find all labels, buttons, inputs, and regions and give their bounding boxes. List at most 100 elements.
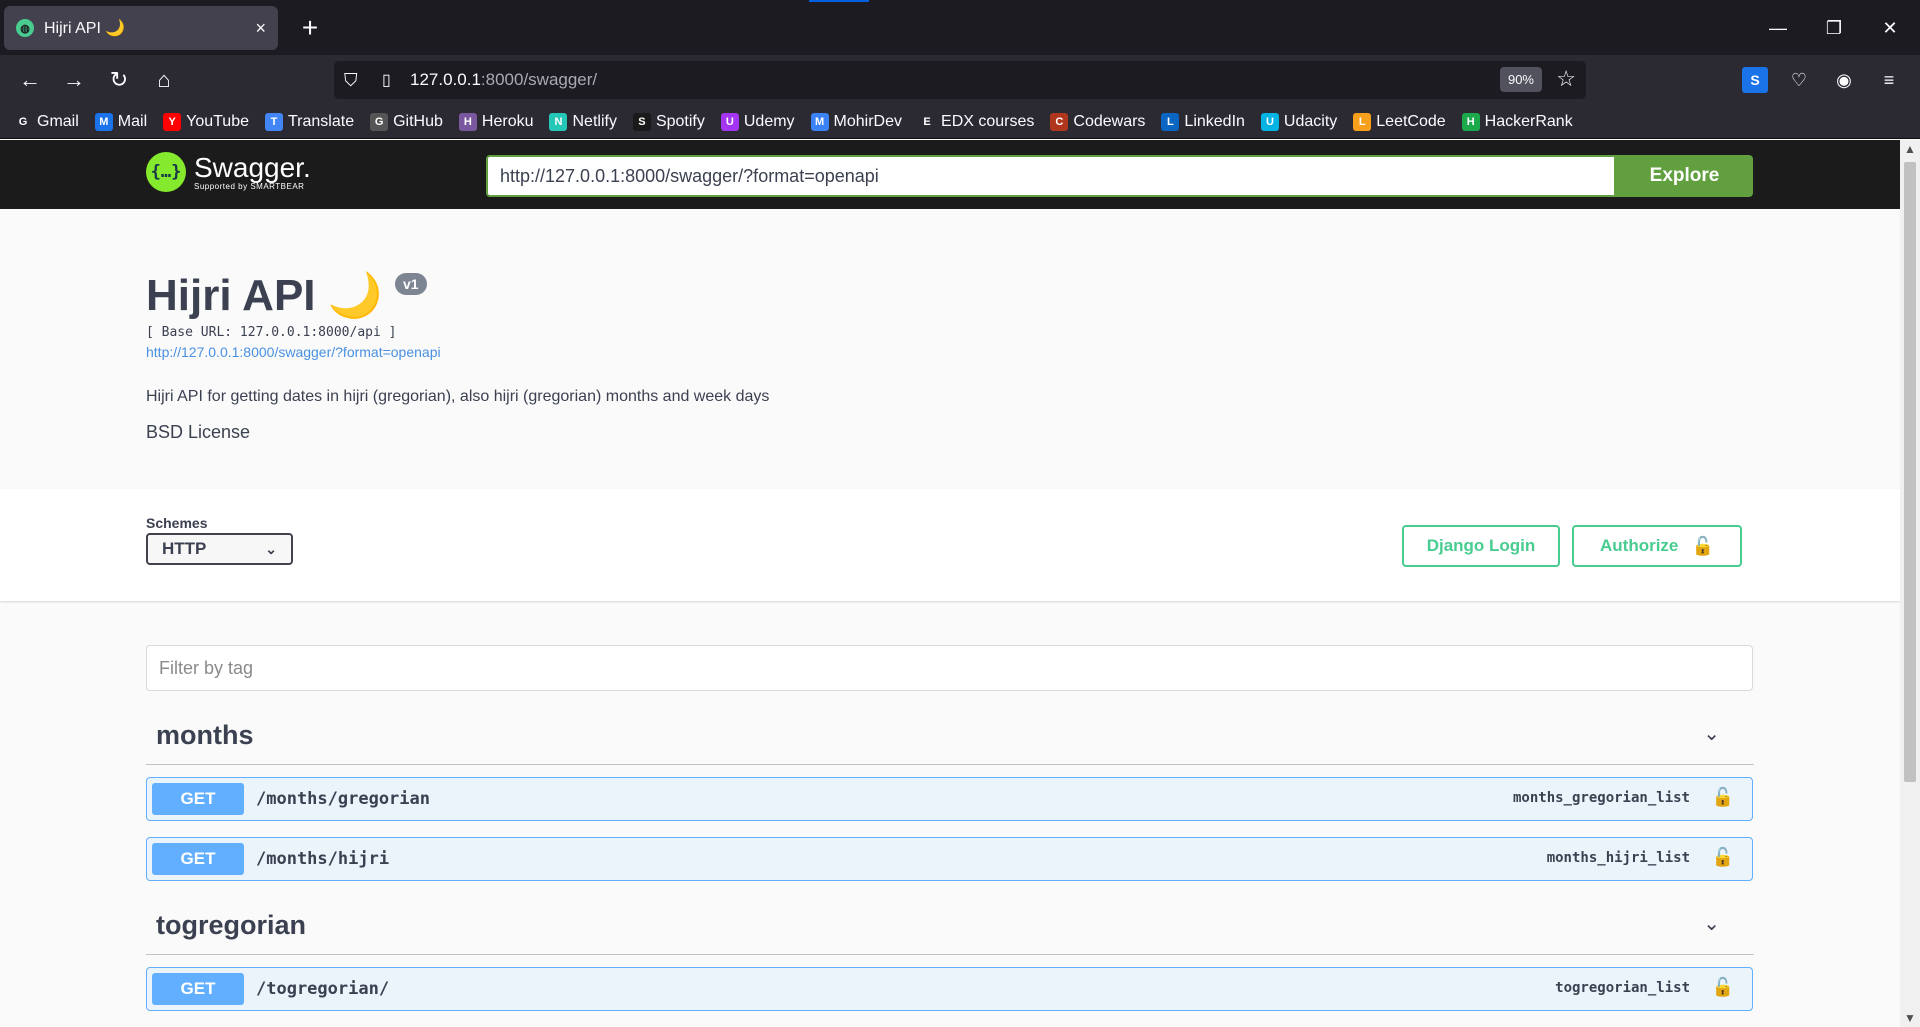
version-badge: v1 xyxy=(394,273,427,295)
bookmark-udacity[interactable]: U Udacity xyxy=(1260,112,1337,131)
bookmark-star-icon[interactable]: ☆ xyxy=(1556,66,1576,92)
chevron-down-icon[interactable]: ⌄ xyxy=(1703,721,1720,746)
chevron-down-icon: ⌄ xyxy=(265,541,277,557)
unlock-icon[interactable]: 🔓 xyxy=(1712,847,1734,868)
mohirdev-icon: M xyxy=(810,112,829,131)
bookmark-mail[interactable]: M Mail xyxy=(94,112,147,131)
skype-extension-icon[interactable]: S xyxy=(1742,67,1768,93)
bookmark-spotify[interactable]: S Spotify xyxy=(632,112,705,131)
chevron-down-icon[interactable]: ⌄ xyxy=(1703,911,1720,936)
schemes-section: Schemes HTTP ⌄ Django Login Authorize 🔓 xyxy=(0,489,1900,601)
operation-months_gregorian_list[interactable]: GET/months/gregorian months_gregorian_lis… xyxy=(146,777,1753,821)
django-login-button[interactable]: Django Login xyxy=(1402,525,1560,567)
browser-titlebar: ◍ Hijri API 🌙 × + — ❐ ✕ xyxy=(0,0,1920,55)
bookmark-netlify[interactable]: N Netlify xyxy=(549,112,617,131)
bookmark-codewars[interactable]: C Codewars xyxy=(1050,112,1146,131)
operation-id: months_gregorian_list xyxy=(1512,790,1690,806)
bookmark-github[interactable]: G GitHub xyxy=(370,112,443,131)
api-description: Hijri API for getting dates in hijri (gr… xyxy=(146,388,770,405)
translate-icon: T xyxy=(265,112,283,131)
unlock-icon[interactable]: 🔓 xyxy=(1712,977,1734,998)
base-url: [ Base URL: 127.0.0.1:8000/api ] xyxy=(146,325,397,340)
bookmark-mohirdev[interactable]: M MohirDev xyxy=(810,112,903,131)
explore-button[interactable]: Explore xyxy=(1616,155,1753,197)
page-icon[interactable]: ▯ xyxy=(382,70,410,90)
bookmark-label: Udemy xyxy=(743,112,795,130)
swagger-topbar: {…} Swagger. Supported by SMARTBEAR http… xyxy=(0,140,1900,209)
tab-title: Hijri API 🌙 xyxy=(44,20,126,37)
bookmark-leetcode[interactable]: L LeetCode xyxy=(1353,112,1446,131)
bookmark-label: Heroku xyxy=(481,112,534,130)
bookmark-udemy[interactable]: U Udemy xyxy=(720,112,795,131)
scrollbar-thumb[interactable] xyxy=(1904,162,1916,782)
filter-by-tag-input[interactable]: Filter by tag xyxy=(146,645,1753,691)
zoom-level-badge[interactable]: 90% xyxy=(1499,67,1542,92)
operation-path: /months/hijri xyxy=(256,849,390,869)
browser-tab[interactable]: ◍ Hijri API 🌙 × xyxy=(4,6,278,50)
url-path: :8000/swagger/ xyxy=(480,70,598,89)
bookmarks-toolbar: G Gmail M Mail Y YouTube T Translate G GitHub H Her… xyxy=(0,105,1920,139)
bookmark-heroku[interactable]: H Heroku xyxy=(458,112,534,131)
unlock-icon[interactable]: 🔓 xyxy=(1712,787,1734,808)
swagger-logo[interactable]: {…} Swagger. Supported by SMARTBEAR xyxy=(146,152,311,192)
netlify-icon: N xyxy=(549,112,568,131)
close-tab-icon[interactable]: × xyxy=(255,18,266,39)
restore-button[interactable]: ❐ xyxy=(1806,10,1862,46)
menu-hamburger-icon[interactable]: ≡ xyxy=(1876,67,1902,93)
leetcode-icon: L xyxy=(1353,112,1372,131)
scheme-select[interactable]: HTTP ⌄ xyxy=(146,533,293,565)
account-icon[interactable]: ◉ xyxy=(1831,67,1857,93)
swagger-logo-subtext: Supported by SMARTBEAR xyxy=(194,181,305,191)
bookmark-hackerrank[interactable]: H HackerRank xyxy=(1461,112,1573,131)
scroll-down-arrow-icon[interactable]: ▼ xyxy=(1900,1011,1920,1025)
spec-link[interactable]: http://127.0.0.1:8000/swagger/?format=op… xyxy=(146,344,1900,360)
forward-arrow-icon[interactable]: → xyxy=(56,62,92,98)
scroll-up-arrow-icon[interactable]: ▲ xyxy=(1900,142,1920,156)
bookmark-label: Codewars xyxy=(1073,112,1146,130)
page-scrollbar[interactable]: ▲ ▼ xyxy=(1900,140,1920,1027)
pocket-icon[interactable]: ♡ xyxy=(1786,67,1812,93)
license-link[interactable]: BSD License xyxy=(146,422,1900,443)
address-bar[interactable]: ⛉ ▯ 127.0.0.1:8000/swagger/ 90% ☆ xyxy=(334,61,1586,99)
bookmark-translate[interactable]: T Translate xyxy=(265,112,354,131)
codewars-icon: C xyxy=(1050,112,1069,131)
http-method-badge: GET xyxy=(152,973,244,1005)
operation-path: /months/gregorian xyxy=(256,789,430,809)
operation-togregorian_list[interactable]: GET/togregorian/togregorian_list 🔓 xyxy=(146,967,1753,1011)
udacity-icon: U xyxy=(1260,112,1279,131)
http-method-badge: GET xyxy=(152,843,244,875)
reload-icon[interactable]: ↻ xyxy=(101,62,137,98)
operation-path: /togregorian/ xyxy=(256,979,390,999)
tag-months[interactable]: months ⌄ xyxy=(146,715,1754,765)
operation-months_hijri_list[interactable]: GET/months/hijri months_hijri_list 🔓 xyxy=(146,837,1753,881)
explore-url-input[interactable]: http://127.0.0.1:8000/swagger/?format=op… xyxy=(486,155,1616,197)
api-info: Hijri API 🌙 v1 [ Base URL: 127.0.0.1:800… xyxy=(0,209,1900,489)
operation-id: togregorian_list xyxy=(1555,980,1690,996)
tag-togregorian[interactable]: togregorian ⌄ xyxy=(146,905,1754,955)
linkedin-icon: L xyxy=(1161,112,1180,131)
bookmark-linkedin[interactable]: L LinkedIn xyxy=(1161,112,1245,131)
bookmark-label: GitHub xyxy=(393,112,443,130)
udemy-icon: U xyxy=(720,112,739,131)
hackerrank-icon: H xyxy=(1461,112,1480,131)
shield-icon[interactable]: ⛉ xyxy=(344,70,372,91)
bookmark-gmail[interactable]: G Gmail xyxy=(14,112,79,131)
authorize-button[interactable]: Authorize 🔓 xyxy=(1572,525,1742,567)
bookmark-label: MohirDev xyxy=(833,112,903,130)
bookmark-label: Netlify xyxy=(572,112,617,130)
operations-section: Filter by tag months ⌄ GET/months/gregoria… xyxy=(0,601,1900,1011)
bookmark-edx-courses[interactable]: E EDX courses xyxy=(918,112,1035,131)
close-window-button[interactable]: ✕ xyxy=(1862,10,1918,46)
globe-favicon-icon: ◍ xyxy=(16,19,34,37)
github-icon: G xyxy=(370,112,389,131)
scheme-selected-value: HTTP xyxy=(162,539,207,558)
home-icon[interactable]: ⌂ xyxy=(146,62,182,98)
bookmark-youtube[interactable]: Y YouTube xyxy=(163,112,249,131)
bookmark-label: EDX courses xyxy=(941,112,1035,130)
minimize-button[interactable]: — xyxy=(1750,10,1806,46)
http-method-badge: GET xyxy=(152,783,244,815)
youtube-icon: Y xyxy=(163,112,182,131)
back-arrow-icon[interactable]: ← xyxy=(12,62,48,98)
new-tab-button[interactable]: + xyxy=(292,10,328,46)
unlock-icon: 🔓 xyxy=(1691,536,1714,556)
